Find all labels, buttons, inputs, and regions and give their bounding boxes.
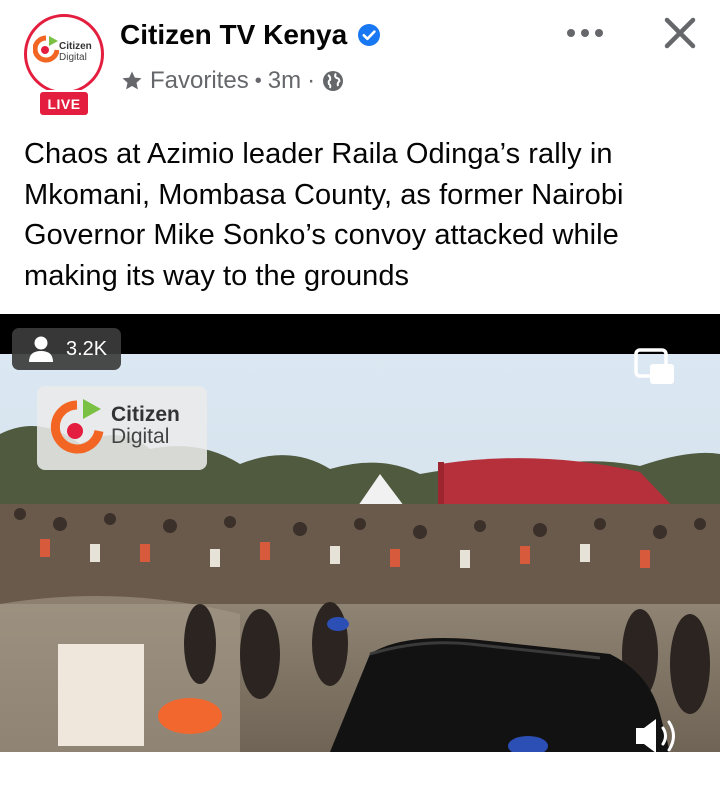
post-caption: Chaos at Azimio leader Raila Odinga’s ra… bbox=[24, 138, 624, 292]
watermark-text-top: Citizen bbox=[111, 403, 180, 426]
page-avatar-container[interactable]: Citizen Digital LIVE bbox=[24, 14, 104, 118]
volume-icon[interactable] bbox=[632, 716, 682, 752]
post-meta: Favorites • 3m · bbox=[120, 64, 345, 98]
globe-icon bbox=[323, 71, 344, 91]
person-icon bbox=[29, 336, 53, 362]
citizen-digital-watermark: Citizen Digital bbox=[37, 386, 207, 470]
avatar[interactable]: Citizen Digital bbox=[24, 14, 104, 94]
page-name-row: Citizen TV Kenya bbox=[120, 16, 381, 54]
live-video-player[interactable]: 3.2K Citizen Digital bbox=[0, 314, 720, 752]
page-name[interactable]: Citizen TV Kenya bbox=[120, 16, 347, 54]
meta-separator-2: · bbox=[307, 67, 316, 94]
citizen-digital-watermark-logo bbox=[50, 399, 104, 454]
verified-badge-icon bbox=[358, 24, 381, 46]
live-viewer-count: 3.2K bbox=[12, 328, 122, 370]
post-timestamp[interactable]: 3m bbox=[268, 67, 301, 95]
close-button[interactable] bbox=[657, 10, 703, 56]
star-icon bbox=[122, 71, 142, 90]
live-badge: LIVE bbox=[38, 90, 90, 117]
citizen-digital-logo-mark bbox=[33, 35, 59, 63]
citizen-digital-logo: Citizen Digital bbox=[33, 34, 95, 74]
picture-in-picture-icon[interactable] bbox=[634, 348, 676, 386]
viewer-count-text: 3.2K bbox=[66, 337, 108, 360]
watermark-text-bottom: Digital bbox=[111, 425, 170, 448]
post-footer-area bbox=[0, 752, 720, 793]
audience-label[interactable]: Favorites bbox=[150, 67, 249, 95]
meta-separator: • bbox=[254, 69, 262, 92]
close-icon bbox=[664, 17, 696, 49]
avatar-logo-text-bottom: Digital bbox=[59, 52, 87, 63]
more-horizontal-icon bbox=[567, 29, 603, 37]
more-options-button[interactable] bbox=[562, 16, 608, 50]
avatar-logo-text-top: Citizen bbox=[59, 41, 92, 52]
